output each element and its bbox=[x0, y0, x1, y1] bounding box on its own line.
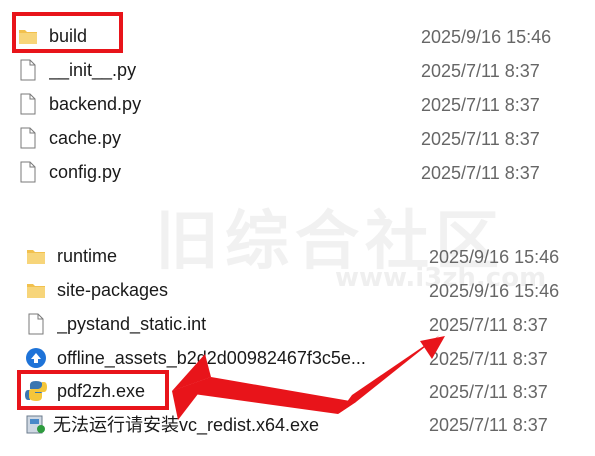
red-arrow-icon bbox=[172, 335, 445, 420]
